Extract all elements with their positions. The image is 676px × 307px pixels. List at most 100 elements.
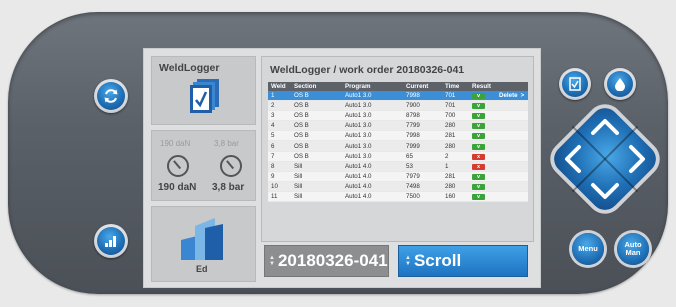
gauges-panel: 190 daN 3,8 bar 190 daN 3,8 bar [151, 130, 256, 201]
table-row[interactable]: 9 Sill Auto1 4.0 7979 281 v [268, 171, 528, 182]
cell-current: 7999 [403, 140, 442, 152]
col-current: Current [403, 82, 442, 91]
col-result: Result [469, 82, 528, 91]
cell-time: 280 [442, 120, 469, 132]
cell-program: Auto1 3.0 [342, 110, 403, 122]
result-ok-badge: v [472, 173, 485, 180]
gauge2-value: 3,8 bar [212, 182, 245, 193]
water-button-ring[interactable] [604, 68, 636, 100]
cell-section: OS B [291, 140, 342, 152]
cell-result: v [469, 191, 528, 203]
force-dial-icon [167, 155, 189, 177]
app-name: WeldLogger [159, 62, 220, 74]
result-ok-badge: v [472, 123, 485, 130]
ed-panel[interactable]: Ed [151, 206, 256, 282]
cell-program: Auto1 3.0 [342, 120, 403, 132]
cell-current: 7900 [403, 100, 442, 112]
ed-label: Ed [196, 264, 208, 274]
table-row[interactable]: 2 OS B Auto1 3.0 7900 701 v [268, 100, 528, 112]
cell-current: 8798 [403, 110, 442, 122]
auto-man-button[interactable]: Auto Man [617, 233, 649, 265]
cell-time: 701 [442, 91, 469, 102]
auto-man-label: Auto Man [624, 241, 641, 257]
col-program: Program [342, 82, 403, 91]
cell-weld: 11 [268, 191, 291, 203]
gauge2-label: 3,8 bar [214, 139, 239, 148]
table-title: WeldLogger / work order 20180326-041 [270, 64, 465, 76]
sync-button-ring[interactable] [94, 79, 128, 113]
cell-result: v [469, 171, 528, 182]
result-ok-badge: v [472, 193, 485, 200]
cell-program: Auto1 3.0 [342, 100, 403, 112]
cell-current: 7979 [403, 171, 442, 182]
table-row[interactable]: 7 OS B Auto1 3.0 65 2 x [268, 151, 528, 162]
work-order-field[interactable]: ▲ ▼ 20180326-041 [264, 245, 389, 277]
cell-current: 7500 [403, 191, 442, 203]
cell-section: Sill [291, 161, 342, 172]
table-row[interactable]: 10 Sill Auto1 4.0 7498 280 v [268, 181, 528, 192]
cell-time: 700 [442, 110, 469, 122]
cell-current: 65 [403, 151, 442, 162]
app-panel[interactable]: WeldLogger [151, 56, 256, 125]
cell-result: v Delete > [469, 91, 528, 102]
scroll-label: Scroll [413, 251, 462, 270]
cell-time: 281 [442, 130, 469, 142]
cell-current: 7998 [403, 130, 442, 142]
cell-time: 280 [442, 181, 469, 192]
cell-result: v [469, 120, 528, 132]
cell-weld: 8 [268, 161, 291, 172]
report-button[interactable] [562, 71, 588, 97]
col-time: Time [442, 82, 469, 91]
result-ok-badge: v [472, 133, 485, 140]
table-row[interactable]: 1 OS B Auto1 3.0 7998 701 v Delete > [268, 91, 528, 102]
electrode-icon [181, 218, 223, 260]
cell-program: Auto1 4.0 [342, 161, 403, 172]
work-order-value: 20180326-041 [277, 251, 388, 270]
arrow-left-icon[interactable] [565, 145, 581, 173]
delete-button[interactable]: Delete > [499, 92, 524, 99]
weld-table: Weld Section Program Current Time Result… [268, 82, 528, 203]
chevron-right-icon: > [520, 92, 525, 100]
gauge1-label: 190 daN [160, 139, 191, 148]
table-row[interactable]: 6 OS B Auto1 3.0 7999 280 v [268, 140, 528, 152]
cell-section: OS B [291, 110, 342, 122]
table-row[interactable]: 3 OS B Auto1 3.0 8798 700 v [268, 110, 528, 122]
result-ok-badge: v [472, 183, 485, 190]
result-fail-badge: x [472, 153, 485, 160]
cell-weld: 6 [268, 140, 291, 152]
arrow-right-icon[interactable] [629, 145, 645, 173]
cell-section: OS B [291, 120, 342, 132]
menu-button[interactable]: Menu [572, 233, 604, 265]
arrow-down-icon[interactable] [591, 183, 619, 199]
result-ok-badge: v [472, 93, 485, 100]
result-ok-badge: v [472, 143, 485, 150]
cell-time: 281 [442, 171, 469, 182]
cell-section: OS B [291, 130, 342, 142]
arrow-up-icon[interactable] [591, 119, 619, 135]
cell-program: Auto1 3.0 [342, 130, 403, 142]
updown-icon: ▲ ▼ [269, 255, 275, 267]
updown-icon: ▲ ▼ [405, 255, 411, 267]
table-row[interactable]: 4 OS B Auto1 3.0 7799 280 v [268, 120, 528, 132]
scroll-field[interactable]: ▲ ▼ Scroll [398, 245, 528, 277]
cell-program: Auto1 4.0 [342, 181, 403, 192]
water-drop-icon [615, 78, 625, 91]
sync-button[interactable] [97, 82, 125, 110]
cell-time: 2 [442, 151, 469, 162]
dpad [548, 102, 662, 216]
table-row[interactable]: 11 Sill Auto1 4.0 7500 160 v [268, 191, 528, 203]
cell-current: 7998 [403, 91, 442, 102]
report-button-ring[interactable] [559, 68, 591, 100]
water-button[interactable] [607, 71, 633, 97]
table-row[interactable]: 8 Sill Auto1 4.0 53 1 x [268, 161, 528, 172]
cell-weld: 10 [268, 181, 291, 192]
cell-result: v [469, 110, 528, 122]
cell-weld: 9 [268, 171, 291, 182]
cell-section: Sill [291, 191, 342, 203]
cell-program: Auto1 4.0 [342, 191, 403, 203]
table-row[interactable]: 5 OS B Auto1 3.0 7998 281 v [268, 130, 528, 142]
cell-result: x [469, 151, 528, 162]
cell-current: 53 [403, 161, 442, 172]
stats-button-ring[interactable] [94, 224, 128, 258]
stats-button[interactable] [97, 227, 125, 255]
